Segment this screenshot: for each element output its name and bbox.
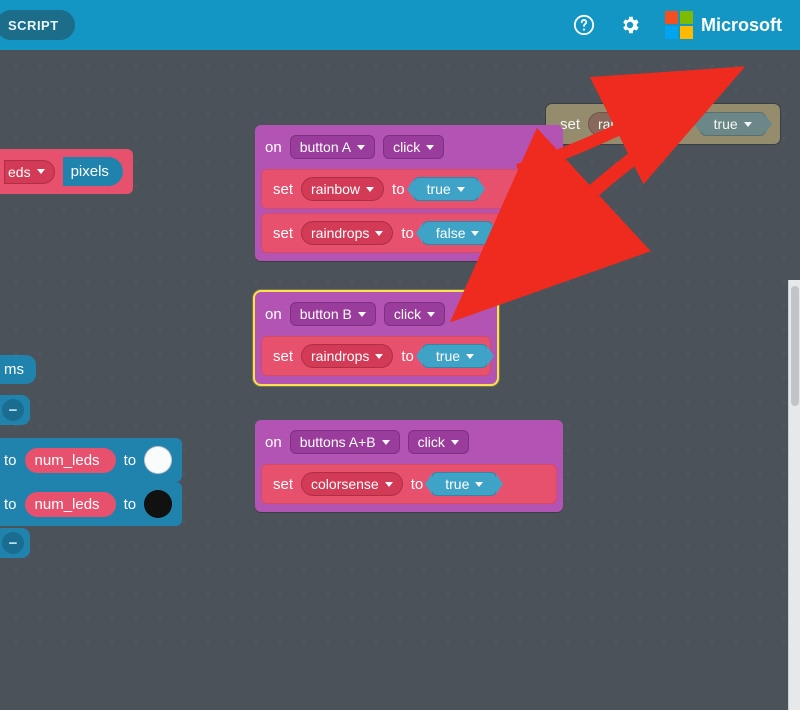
dragged-set-block[interactable]: set rainbow to true: [546, 104, 780, 144]
trigger-dropdown[interactable]: button B: [290, 302, 376, 326]
var-dropdown[interactable]: raindrops: [301, 221, 393, 245]
on-button-a-block[interactable]: on button A click set rainbow to true se…: [255, 125, 563, 261]
keyword-set: set: [560, 116, 580, 133]
var-dropdown[interactable]: raindrops: [301, 344, 393, 368]
keyword-on: on: [265, 139, 282, 156]
keyword-to: to: [124, 496, 137, 513]
value-dropdown[interactable]: true: [422, 344, 488, 368]
keyword-to: to: [4, 452, 17, 469]
keyword-set: set: [273, 225, 293, 242]
block-header: on button A click: [261, 131, 557, 167]
keyword-on: on: [265, 434, 282, 451]
help-icon[interactable]: [573, 14, 595, 36]
keyword-to: to: [392, 181, 405, 198]
keyword-to: to: [679, 116, 692, 133]
minus-icon[interactable]: −: [2, 399, 24, 421]
fragment-numleds-black[interactable]: to num_leds to: [0, 482, 182, 526]
blocks-workspace[interactable]: set rainbow to true on button A click se…: [0, 50, 800, 645]
scrollbar-thumb[interactable]: [791, 286, 799, 406]
keyword-set: set: [273, 348, 293, 365]
var-dropdown[interactable]: rainbow: [301, 177, 384, 201]
fragment-eds-pixels[interactable]: eds pixels: [0, 149, 133, 194]
fragment-numleds-white[interactable]: to num_leds to: [0, 438, 182, 482]
on-buttons-ab-block[interactable]: on buttons A+B click set colorsense to t…: [255, 420, 563, 512]
top-bar: SCRIPT Microsoft: [0, 0, 800, 50]
trigger-dropdown[interactable]: buttons A+B: [290, 430, 400, 454]
var-dropdown-rainbow[interactable]: rainbow: [588, 112, 671, 136]
set-row[interactable]: set raindrops to false: [261, 213, 557, 253]
brand-text: Microsoft: [701, 15, 782, 36]
on-button-b-block[interactable]: on button B click set raindrops to true: [255, 292, 497, 384]
var-dropdown-eds[interactable]: eds: [4, 160, 55, 184]
label-ms: ms: [4, 361, 24, 378]
tab-label: SCRIPT: [8, 18, 59, 33]
topbar-actions: Microsoft: [573, 11, 782, 39]
keyword-set: set: [273, 181, 293, 198]
keyword-to: to: [401, 225, 414, 242]
value-dropdown[interactable]: true: [431, 472, 497, 496]
fragment-minus-2[interactable]: −: [0, 528, 30, 558]
value-dropdown[interactable]: true: [413, 177, 479, 201]
event-dropdown[interactable]: click: [383, 135, 444, 159]
var-dropdown-numleds[interactable]: num_leds: [25, 448, 116, 473]
keyword-to: to: [411, 476, 424, 493]
gear-icon[interactable]: [619, 14, 641, 36]
keyword-on: on: [265, 306, 282, 323]
var-dropdown[interactable]: colorsense: [301, 472, 403, 496]
microsoft-logo-icon: [665, 11, 693, 39]
event-dropdown[interactable]: click: [408, 430, 469, 454]
trigger-dropdown[interactable]: button A: [290, 135, 375, 159]
keyword-set: set: [273, 476, 293, 493]
minus-icon[interactable]: −: [2, 532, 24, 554]
value-dropdown-true[interactable]: true: [700, 112, 766, 136]
value-dropdown[interactable]: false: [422, 221, 494, 245]
value-pixels[interactable]: pixels: [63, 157, 123, 186]
tab-javascript[interactable]: SCRIPT: [0, 10, 75, 40]
brand-logo[interactable]: Microsoft: [665, 11, 782, 39]
set-row[interactable]: set colorsense to true: [261, 464, 557, 504]
keyword-to: to: [124, 452, 137, 469]
block-header: on buttons A+B click: [261, 426, 557, 462]
color-swatch-white[interactable]: [144, 446, 172, 474]
event-dropdown[interactable]: click: [384, 302, 445, 326]
set-row[interactable]: set rainbow to true: [261, 169, 521, 209]
set-row[interactable]: set raindrops to true: [261, 336, 491, 376]
color-swatch-black[interactable]: [144, 490, 172, 518]
keyword-to: to: [401, 348, 414, 365]
block-header: on button B click: [261, 298, 491, 334]
fragment-minus-1[interactable]: −: [0, 395, 30, 425]
var-dropdown-numleds[interactable]: num_leds: [25, 492, 116, 517]
fragment-ms[interactable]: ms: [0, 355, 36, 384]
annotation-arrow-down: [555, 130, 685, 235]
keyword-to: to: [4, 496, 17, 513]
